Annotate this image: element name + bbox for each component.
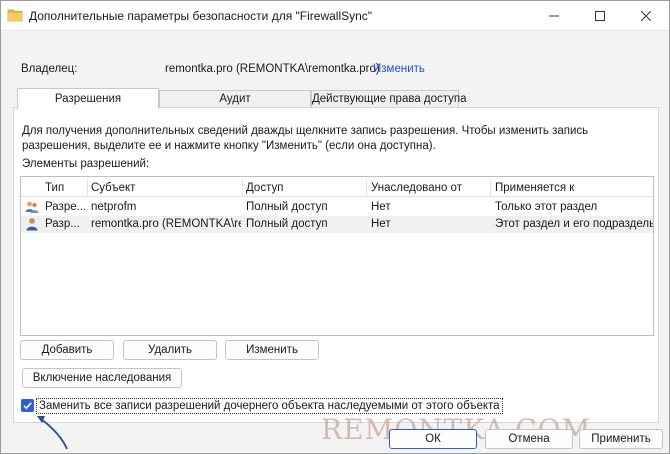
row-applies: Только этот раздел: [495, 201, 598, 213]
column-divider[interactable]: [87, 179, 88, 197]
row-subject: netprofm: [91, 201, 137, 213]
minimize-icon: [549, 15, 559, 17]
tab-permissions[interactable]: Разрешения: [17, 88, 159, 109]
edit-button[interactable]: Изменить: [225, 340, 319, 360]
column-header-access[interactable]: Доступ: [246, 182, 283, 194]
column-header-inherited[interactable]: Унаследовано от: [371, 182, 462, 194]
close-button[interactable]: [623, 1, 669, 31]
table-row[interactable]: Разре... netprofm Полный доступ Нет Толь…: [21, 199, 653, 216]
folder-icon: [7, 9, 23, 22]
permission-entries-list[interactable]: Тип Субъект Доступ Унаследовано от Приме…: [20, 176, 654, 336]
column-divider[interactable]: [366, 179, 367, 197]
user-icon: [26, 218, 38, 231]
tab-audit[interactable]: Аудит: [159, 90, 311, 108]
tab-effective-access[interactable]: Действующие права доступа: [311, 90, 467, 108]
permission-entries-label: Элементы разрешений:: [22, 158, 150, 170]
row-subject: remontka.pro (REMONTKA\remontka.pr...: [91, 218, 241, 230]
row-access: Полный доступ: [246, 218, 328, 230]
enable-inheritance-button[interactable]: Включение наследования: [22, 368, 182, 388]
replace-child-permissions-label[interactable]: Заменить все записи разрешений дочернего…: [36, 398, 503, 414]
change-owner-link[interactable]: Изменить: [373, 63, 425, 75]
row-inherited: Нет: [371, 218, 391, 230]
permissions-panel: Для получения дополнительных сведений дв…: [13, 107, 659, 423]
close-icon: [641, 11, 651, 21]
column-divider[interactable]: [242, 179, 243, 197]
security-settings-window: Дополнительные параметры безопасности дл…: [0, 0, 670, 454]
owner-label: Владелец:: [21, 63, 78, 75]
table-row[interactable]: Разр... remontka.pro (REMONTKA\remontka.…: [21, 216, 653, 233]
column-header-applies[interactable]: Применяется к: [495, 182, 574, 194]
maximize-button[interactable]: [577, 1, 623, 31]
users-group-icon: [25, 201, 39, 213]
annotation-arrow-icon: [37, 416, 68, 450]
row-inherited: Нет: [371, 201, 391, 213]
column-header-subject[interactable]: Субъект: [91, 182, 135, 194]
title-bar[interactable]: Дополнительные параметры безопасности дл…: [1, 1, 669, 31]
maximize-icon: [595, 11, 605, 21]
row-type: Разр...: [45, 218, 80, 230]
add-button[interactable]: Добавить: [20, 340, 114, 360]
window-title: Дополнительные параметры безопасности дл…: [29, 9, 373, 23]
column-divider[interactable]: [490, 179, 491, 197]
permissions-description: Для получения дополнительных сведений дв…: [22, 125, 589, 152]
row-applies: Этот раздел и его подразделы: [495, 218, 653, 230]
owner-value: remontka.pro (REMONTKA\remontka.pro): [165, 63, 380, 75]
column-header-type[interactable]: Тип: [45, 182, 64, 194]
list-header: Тип Субъект Доступ Унаследовано от Приме…: [21, 179, 653, 197]
row-type: Разре...: [45, 201, 85, 213]
apply-button[interactable]: Применить: [579, 429, 663, 449]
row-access: Полный доступ: [246, 201, 328, 213]
remove-button[interactable]: Удалить: [123, 340, 217, 360]
ok-button[interactable]: ОК: [389, 429, 477, 449]
minimize-button[interactable]: [531, 1, 577, 31]
cancel-button[interactable]: Отмена: [485, 429, 573, 449]
